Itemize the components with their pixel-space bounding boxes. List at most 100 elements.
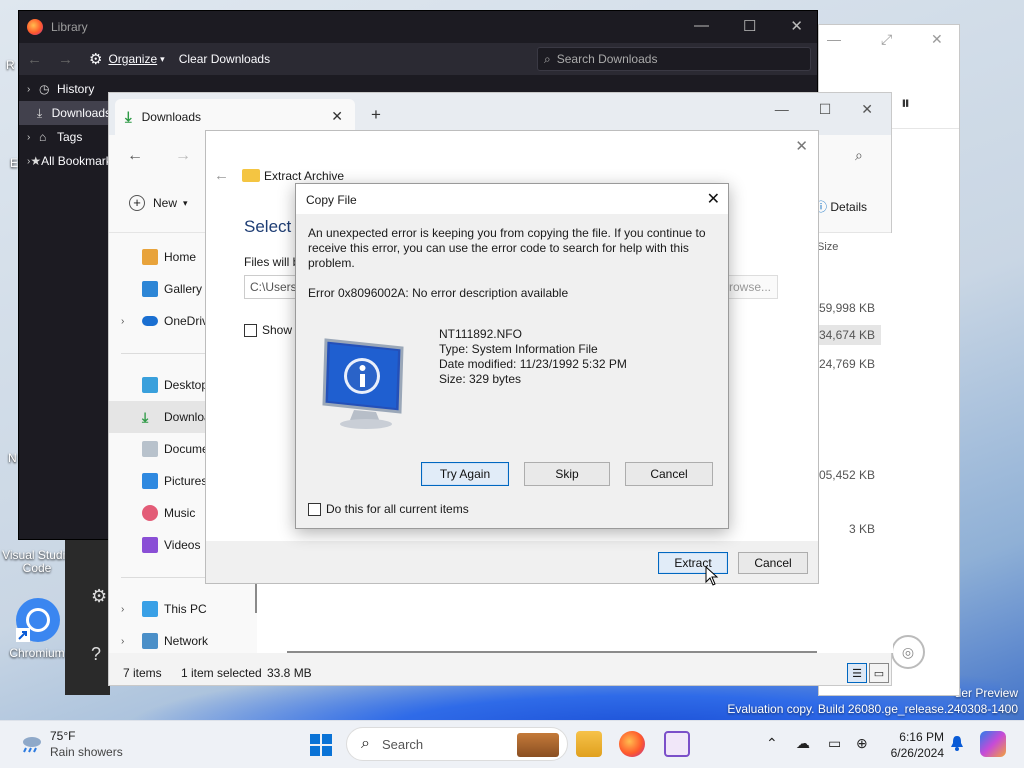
sidebar-item-all-bookmarks[interactable]: › ★ All Bookmarks — [19, 149, 111, 173]
pause-icon[interactable]: ⏸ — [901, 93, 910, 114]
temperature: 75°F — [50, 729, 76, 743]
clock-icon: ◷ — [39, 82, 50, 96]
chevron-down-icon: ▾ — [160, 53, 165, 64]
gear-icon: ⚙ — [89, 51, 103, 68]
back-icon[interactable]: ← — [27, 51, 42, 68]
document-icon — [142, 441, 158, 457]
close-icon[interactable]: ✕ — [861, 101, 873, 118]
apply-all-label: Do this for all current items — [326, 502, 469, 516]
video-icon — [142, 537, 158, 553]
try-again-button[interactable]: Try Again — [421, 462, 509, 486]
minimize-icon[interactable]: — — [694, 17, 709, 35]
search-icon: ⌕ — [361, 735, 370, 752]
maximize-icon[interactable]: ⤢ — [881, 31, 892, 48]
close-icon[interactable]: ✕ — [707, 189, 720, 209]
chevron-right-icon[interactable]: › — [121, 604, 124, 615]
minimize-icon[interactable]: — — [775, 101, 789, 118]
details-view-icon[interactable]: ☰ — [847, 663, 867, 683]
chevron-right-icon[interactable]: › — [121, 316, 124, 327]
clear-downloads-button[interactable]: Clear Downloads — [179, 52, 270, 66]
close-icon[interactable]: ✕ — [795, 137, 808, 155]
desktop-icon-label-chromium[interactable]: Chromium — [2, 647, 72, 660]
organize-menu[interactable]: Organize — [108, 52, 157, 66]
nav-item-network[interactable]: › Network — [109, 625, 257, 657]
tag-icon: ⌂ — [39, 130, 47, 144]
minimize-icon[interactable]: — — [827, 31, 841, 47]
tiles-view-icon[interactable]: ▭ — [869, 663, 889, 683]
zip-folder-icon — [242, 169, 260, 182]
copilot-icon[interactable] — [980, 731, 1006, 757]
build-watermark: der Preview — [954, 686, 1018, 700]
sidebar-item-history[interactable]: › ◷ History — [19, 77, 111, 101]
taskbar-search[interactable]: ⌕ Search — [346, 727, 568, 761]
display-icon[interactable]: ▭ — [828, 735, 841, 752]
error-message: An unexpected error is keeping you from … — [308, 226, 706, 270]
nav-item-this-pc[interactable]: › This PC — [109, 593, 257, 625]
app-strip: ⚙ ? — [65, 540, 110, 695]
weather-condition: Rain showers — [50, 745, 123, 759]
maximize-icon[interactable]: ☐ — [819, 101, 832, 118]
forward-icon[interactable]: → — [58, 51, 73, 68]
sidebar-item-downloads[interactable]: ⤓ Downloads — [19, 101, 111, 125]
chromium-icon[interactable] — [14, 596, 62, 644]
download-icon: ⤓ — [36, 105, 43, 120]
clock[interactable]: 6:16 PM 6/26/2024 — [884, 729, 944, 761]
file-info: NT111892.NFO Type: System Information Fi… — [439, 327, 627, 387]
chevron-down-icon: ▾ — [183, 197, 188, 208]
horizontal-scrollbar[interactable] — [287, 651, 817, 653]
build-watermark: Evaluation copy. Build 26080.ge_release.… — [727, 702, 1018, 716]
dialog-titlebar: Copy File ✕ — [296, 184, 728, 214]
file-size: Size: 329 bytes — [439, 372, 522, 386]
desktop-icon-label-vscode[interactable]: Visual Studio Code — [2, 549, 72, 575]
start-button[interactable] — [310, 734, 332, 756]
firefox-taskbar-icon[interactable] — [619, 731, 645, 757]
close-tab-icon[interactable]: ✕ — [331, 108, 343, 125]
chevron-right-icon[interactable]: › — [121, 636, 124, 647]
back-icon[interactable]: ← — [127, 147, 143, 165]
skip-button[interactable]: Skip — [524, 462, 610, 486]
search-highlight-image — [517, 733, 559, 757]
cancel-button[interactable]: Cancel — [625, 462, 713, 486]
info-monitor-icon — [322, 338, 404, 429]
firefox-icon — [27, 19, 43, 35]
cancel-button[interactable]: Cancel — [738, 552, 808, 574]
sidebar-item-tags[interactable]: › ⌂ Tags — [19, 125, 111, 149]
new-tab-icon[interactable]: + — [371, 105, 381, 125]
file-explorer-taskbar-icon[interactable] — [576, 731, 602, 757]
apply-all-option[interactable]: Do this for all current items — [308, 502, 469, 516]
taskbar-search-label: Search — [381, 736, 424, 752]
network-tray-icon[interactable]: ⊕ — [856, 735, 868, 752]
help-icon[interactable]: ? — [91, 644, 101, 665]
new-button[interactable]: + New ▾ — [129, 195, 188, 211]
close-icon[interactable]: ✕ — [790, 17, 803, 35]
search-downloads-input[interactable]: ⌕ Search Downloads — [537, 47, 811, 71]
file-type: Type: System Information File — [439, 342, 598, 356]
computer-icon — [142, 601, 158, 617]
archive-app-taskbar-icon[interactable] — [664, 731, 690, 757]
forward-icon[interactable]: → — [175, 147, 191, 165]
maximize-icon[interactable]: ☐ — [743, 17, 756, 35]
back-icon[interactable]: ← — [214, 167, 229, 184]
search-icon: ⌕ — [544, 51, 551, 66]
file-size-selected[interactable]: 34,674 KB — [815, 325, 881, 345]
settings-sliders-icon[interactable]: ⚙ — [91, 586, 107, 607]
destination-path-input[interactable]: C:\Users\ — [244, 275, 296, 299]
library-sidebar: › ◷ History ⤓ Downloads › ⌂ Tags › ★ All Bookma… — [19, 77, 111, 173]
apply-all-checkbox[interactable] — [308, 502, 321, 516]
chevron-up-icon[interactable]: ⌃ — [766, 735, 778, 752]
selection-size: 33.8 MB — [267, 666, 312, 680]
cloud-sync-icon[interactable]: ☁ — [796, 735, 810, 752]
column-header-size[interactable]: Size — [817, 241, 838, 253]
notification-bell-icon[interactable] — [950, 735, 964, 751]
details-button[interactable]: ⓘ Details — [815, 198, 867, 215]
network-icon — [142, 633, 158, 649]
close-icon[interactable]: ✕ — [931, 31, 943, 48]
mouse-cursor-icon — [705, 566, 719, 586]
desktop-icon — [142, 377, 158, 393]
file-date: Date modified: 11/23/1992 5:32 PM — [439, 357, 627, 371]
pictures-icon — [142, 473, 158, 489]
media-round-button[interactable]: ◎ — [891, 635, 925, 669]
search-icon[interactable]: ⌕ — [855, 147, 863, 164]
copy-file-dialog: Copy File ✕ An unexpected error is keepi… — [295, 183, 729, 529]
show-files-checkbox[interactable] — [244, 323, 257, 337]
